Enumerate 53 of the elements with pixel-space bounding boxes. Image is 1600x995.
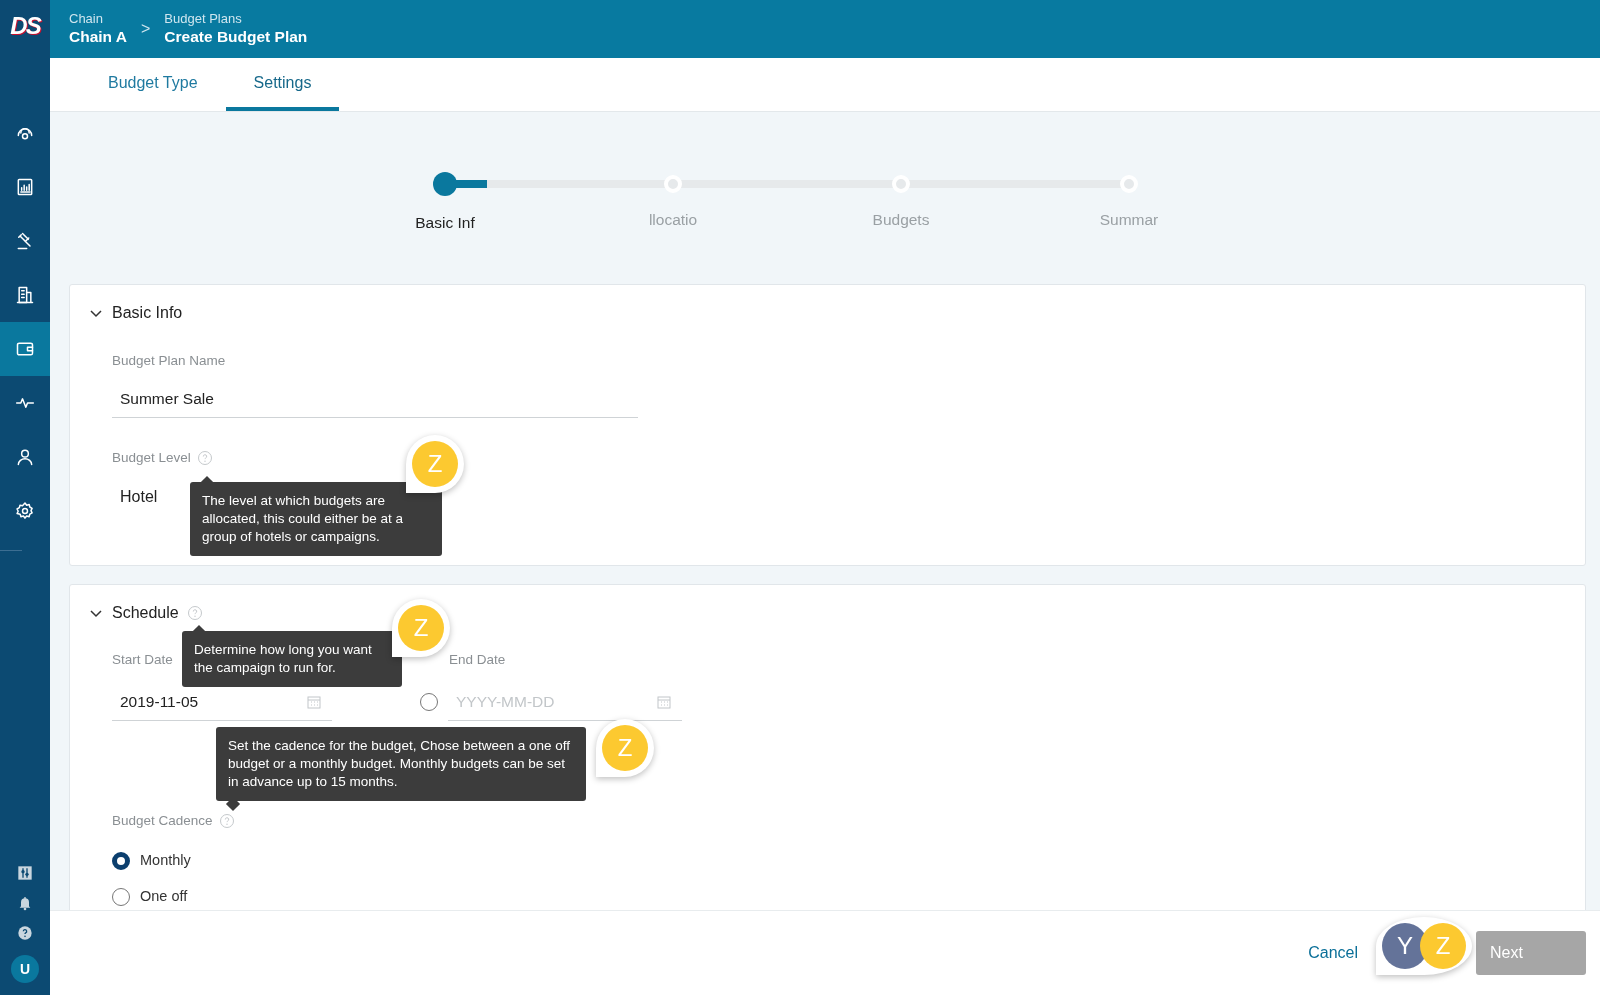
user-avatar[interactable]: U: [11, 955, 39, 983]
breadcrumb-title: Create Budget Plan: [164, 27, 308, 47]
step-label[interactable]: Basic Inf: [415, 211, 475, 235]
building-icon: [15, 285, 35, 305]
radio-button[interactable]: [420, 693, 438, 711]
radio-option[interactable]: One off: [112, 885, 1541, 908]
comment-avatar: Z: [412, 441, 458, 487]
tooltip: Determine how long you want the campaign to run for.: [182, 631, 402, 687]
tooltip: Set the cadence for the budget, Chose between a one off budget or a monthly budget. Monthly budgets can be set in advance up to 15 months.: [216, 727, 586, 801]
help-icon[interactable]: [17, 925, 33, 941]
step-label[interactable]: Budgets: [872, 208, 930, 232]
breadcrumb-caption: Chain: [69, 11, 104, 27]
bell-icon[interactable]: [17, 895, 33, 911]
report-icon: [15, 177, 35, 197]
tooltip: The level at which budgets are allocated, this could either be at a group of hotels or campaigns.: [190, 482, 442, 556]
step-dot[interactable]: [892, 175, 910, 193]
breadcrumb-title[interactable]: Chain A: [69, 27, 127, 47]
comment-pin[interactable]: Y Z: [1376, 917, 1472, 975]
settings-icon: [15, 501, 35, 521]
chevron-separator: >: [141, 19, 151, 39]
field-label: Budget Cadence: [112, 812, 213, 830]
radio-button[interactable]: [112, 887, 130, 906]
field-label: End Date: [449, 651, 506, 669]
tab[interactable]: Settings: [225, 58, 340, 111]
user-icon: [15, 447, 35, 467]
logo[interactable]: DS: [10, 8, 40, 44]
comment-avatar: Z: [398, 605, 444, 651]
step-label[interactable]: Summar: [1099, 208, 1159, 232]
step-dot[interactable]: [433, 172, 457, 196]
section-title: Schedule: [112, 603, 179, 623]
sliders-icon[interactable]: [17, 865, 33, 881]
radio-label: Monthly: [140, 851, 191, 870]
radio-button[interactable]: [112, 851, 130, 870]
radio-label: One off: [140, 886, 188, 906]
breadcrumb-caption: Budget Plans: [164, 11, 243, 27]
step-label[interactable]: llocatio: [648, 208, 698, 232]
step-dot[interactable]: [1120, 175, 1138, 193]
progress-fill: [455, 180, 487, 188]
tab[interactable]: Budget Type: [80, 58, 226, 111]
wallet-icon: [15, 339, 35, 359]
field-label: Budget Plan Name: [112, 352, 226, 370]
step-dot[interactable]: [664, 175, 682, 193]
radio-option[interactable]: Monthly: [112, 850, 1541, 872]
cancel-link[interactable]: Cancel: [1302, 940, 1364, 966]
field-value: Hotel: [119, 487, 158, 507]
comment-avatar: Z: [602, 725, 648, 771]
comment-avatar: Z: [1420, 923, 1466, 969]
date-field[interactable]: YYYY-MM-DD: [448, 683, 682, 721]
field-label: Start Date: [112, 651, 173, 669]
field-label: Budget Level: [112, 449, 191, 467]
section-title: Basic Info: [112, 303, 183, 323]
sidebar-item[interactable]: [0, 322, 50, 376]
text-field[interactable]: Summer Sale: [112, 380, 638, 418]
